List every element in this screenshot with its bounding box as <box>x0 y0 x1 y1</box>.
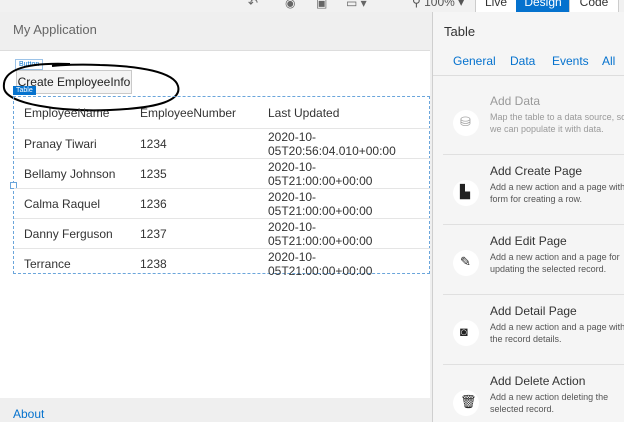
preview-icon[interactable]: ◉ <box>285 0 295 10</box>
live-mode-button[interactable]: Live <box>475 0 517 12</box>
quick-start-description: Add a new action and a page with the reco… <box>490 322 624 344</box>
quick-start-title: Add Detail Page <box>490 304 577 318</box>
table-cell: 2020-10-05T21:00:00+00:00 <box>258 158 430 189</box>
tab-events[interactable]: Events <box>552 54 589 68</box>
quick-start-description: Add a new action and a page for updating … <box>490 252 620 274</box>
employee-table[interactable]: EmployeeName EmployeeNumber Last Updated… <box>14 98 430 278</box>
table-cell: 1238 <box>130 248 258 278</box>
quick-start-add-detail-page[interactable]: ◙ Add Detail Page Add a new action and a… <box>443 300 624 365</box>
create-page-icon: ▙ <box>460 184 470 199</box>
table-cell: Pranay Tiwari <box>14 128 130 159</box>
table-cell: Terrance <box>14 248 130 278</box>
quick-start-description: Add a new action deleting the selected re… <box>490 392 609 414</box>
detail-page-icon: ◙ <box>460 324 468 339</box>
table-cell: 2020-10-05T20:56:04.010+00:00 <box>258 128 430 159</box>
tab-all[interactable]: All <box>602 54 615 68</box>
table-cell: 1235 <box>130 158 258 189</box>
table-cell: 2020-10-05T21:00:00+00:00 <box>258 218 430 249</box>
table-header-row: EmployeeName EmployeeNumber Last Updated <box>14 98 430 129</box>
panel-title: Table <box>444 24 476 39</box>
table-cell: Bellamy Johnson <box>14 158 130 189</box>
code-mode-button[interactable]: Code <box>569 0 619 12</box>
designer-toolbar: ↶ ◉ ▣ ▭ ▾ ⚲ 100% ▾ Live Design Code <box>0 0 624 12</box>
column-header[interactable]: Last Updated <box>258 98 430 129</box>
edit-page-icon: ✎ <box>460 254 471 269</box>
table-cell: 2020-10-05T21:00:00+00:00 <box>258 188 430 219</box>
table-row[interactable]: Pranay Tiwari 1234 2020-10-05T20:56:04.0… <box>14 128 430 159</box>
zoom-icon: ⚲ <box>412 0 425 9</box>
table-cell: 2020-10-05T21:00:00+00:00 <box>258 248 430 278</box>
trash-icon: 🗑 <box>460 394 477 409</box>
tab-general[interactable]: General <box>453 54 496 68</box>
data-source-icon: ⛁ <box>460 114 471 129</box>
table-selection-label: Table <box>13 86 36 95</box>
design-mode-button[interactable]: Design <box>516 0 570 12</box>
quick-start-title: Add Delete Action <box>490 374 586 388</box>
quick-start-title: Add Edit Page <box>490 234 567 248</box>
table-cell: Danny Ferguson <box>14 218 130 249</box>
quick-start-title: Add Create Page <box>490 164 583 178</box>
table-cell: 1237 <box>130 218 258 249</box>
zoom-label: 100% <box>424 0 455 9</box>
frame-icon[interactable]: ▭ ▾ <box>346 0 367 10</box>
quick-start-add-delete-action[interactable]: 🗑 Add Delete Action Add a new action del… <box>443 370 624 434</box>
quick-start-description: Add a new action and a page with a form f… <box>490 182 624 204</box>
table-cell: 1234 <box>130 128 258 159</box>
quick-start-description: Map the table to a data source, so we can… <box>490 112 624 134</box>
table-cell: 1236 <box>130 188 258 219</box>
column-header[interactable]: EmployeeNumber <box>130 98 258 129</box>
quick-start-add-edit-page[interactable]: ✎ Add Edit Page Add a new action and a p… <box>443 230 624 295</box>
column-header[interactable]: EmployeeName <box>14 98 130 129</box>
app-title: My Application <box>13 22 97 37</box>
page-footer <box>0 398 432 422</box>
tab-data[interactable]: Data <box>510 54 535 68</box>
table-cell: Calma Raquel <box>14 188 130 219</box>
table-row[interactable]: Calma Raquel 1236 2020-10-05T21:00:00+00… <box>14 188 430 219</box>
about-link[interactable]: About <box>13 407 44 421</box>
table-row[interactable]: Danny Ferguson 1237 2020-10-05T21:00:00+… <box>14 218 430 249</box>
quick-start-add-data: ⛁ Add Data Map the table to a data sourc… <box>443 90 624 155</box>
quick-start-add-create-page[interactable]: ▙ Add Create Page Add a new action and a… <box>443 160 624 225</box>
table-row[interactable]: Terrance 1238 2020-10-05T21:00:00+00:00 <box>14 248 430 278</box>
table-row[interactable]: Bellamy Johnson 1235 2020-10-05T21:00:00… <box>14 158 430 189</box>
zoom-control[interactable]: ⚲ 100% ▾ <box>412 0 464 9</box>
undo-icon[interactable]: ↶ <box>248 0 258 10</box>
quick-start-title: Add Data <box>490 94 541 108</box>
device-icon[interactable]: ▣ <box>316 0 327 10</box>
